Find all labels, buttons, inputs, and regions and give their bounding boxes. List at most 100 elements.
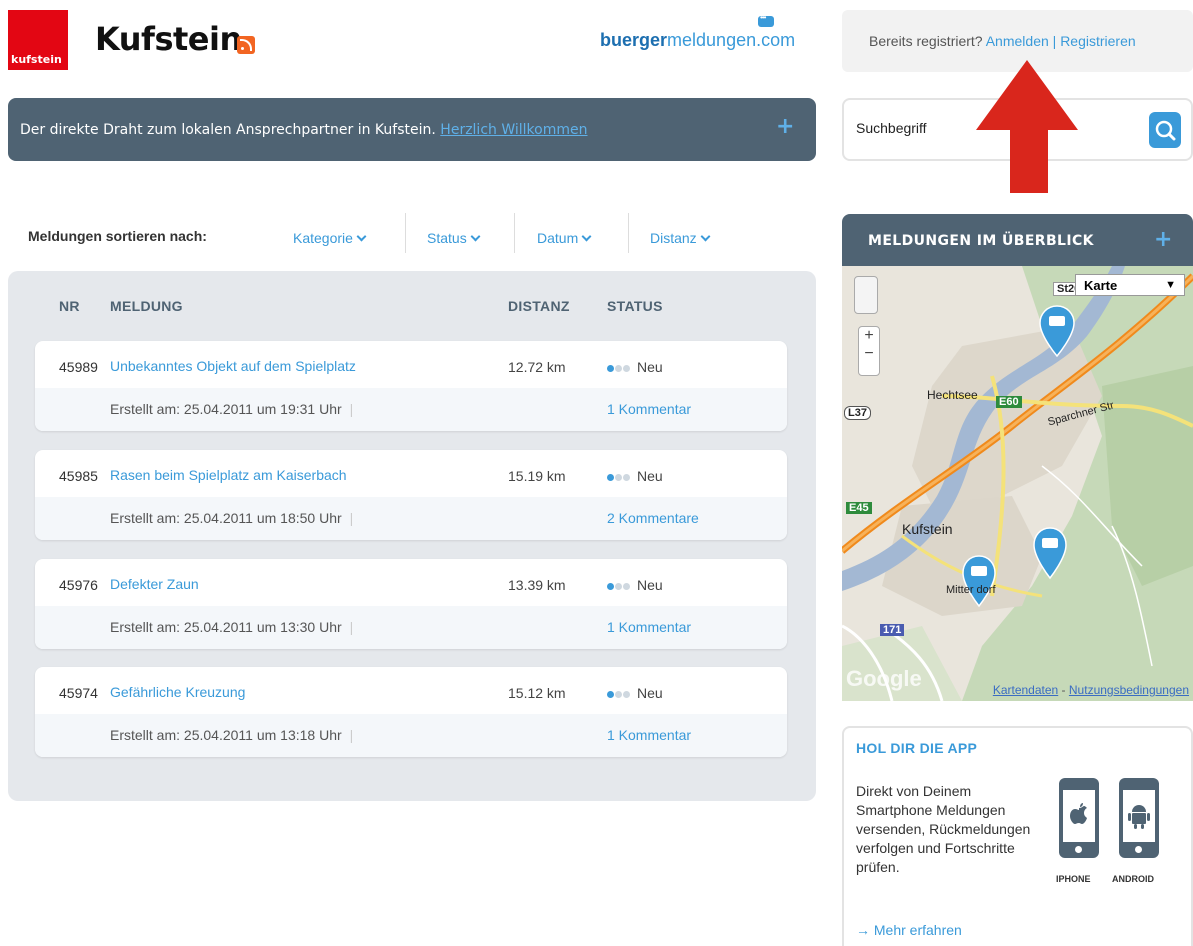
rss-icon[interactable] [237,36,255,54]
comments-link[interactable]: 1 Kommentar [607,727,691,743]
sort-distanz-label: Distanz [650,230,697,246]
banner-expand-icon[interactable]: + [776,114,794,139]
app-promo-box: HOL DIR DIE APP Direkt von Deinem Smartp… [842,726,1193,946]
report-title-link[interactable]: Unbekanntes Objekt auf dem Spielplatz [110,358,356,374]
column-header-distanz: DISTANZ [508,298,570,314]
meta-separator: | [349,727,354,743]
created-date-text: Erstellt am: 25.04.2011 um 18:50 Uhr [110,510,342,526]
report-distance: 12.72 km [508,359,566,375]
map-terms-link[interactable]: Nutzungsbedingungen [1069,683,1189,697]
report-row[interactable]: 45985 Rasen beim Spielplatz am Kaiserbac… [35,450,787,540]
comments-link[interactable]: 2 Kommentare [607,510,699,526]
report-meta-row: Erstellt am: 25.04.2011 um 19:31 Uhr | 1 … [35,388,787,431]
sort-datum-label: Datum [537,230,579,246]
report-created: Erstellt am: 25.04.2011 um 18:50 Uhr | [110,510,353,526]
report-distance: 15.12 km [508,685,566,701]
search-button[interactable] [1149,112,1181,148]
login-link[interactable]: Anmelden [986,33,1049,49]
sort-status[interactable]: Status [427,230,481,246]
status-text: Neu [637,577,663,593]
sort-label: Meldungen sortieren nach: [28,228,207,244]
brand-rest: meldungen.com [667,30,796,50]
road-badge-e60: E60 [996,396,1022,408]
page-title: Kufstein [95,20,242,58]
brand-link[interactable]: buergermeldungen.com [600,30,795,51]
comments-link[interactable]: 1 Kommentar [607,401,691,417]
sort-status-label: Status [427,230,467,246]
meta-separator: | [349,510,354,526]
report-meta-row: Erstellt am: 25.04.2011 um 18:50 Uhr | 2 … [35,497,787,540]
banner-text: Der direkte Draht zum lokalen Ansprechpa… [20,122,436,138]
sort-datum[interactable]: Datum [537,230,592,246]
apple-icon [1070,803,1087,824]
learn-more-link[interactable]: → Mehr erfahren [856,922,962,938]
report-title-link[interactable]: Rasen beim Spielplatz am Kaiserbach [110,467,347,483]
map-data-link[interactable]: Kartendaten [993,683,1058,697]
status-dots-icon [607,359,631,375]
register-link[interactable]: Registrieren [1060,33,1135,49]
overview-map[interactable]: + − Hechtsee Kufstein Mitter dorf Sparch… [842,266,1193,701]
iphone-label[interactable]: IPHONE [1056,874,1091,884]
road-badge-e45: E45 [846,502,872,514]
report-status: Neu [607,685,663,701]
report-row[interactable]: 45976 Defekter Zaun 13.39 km Neu Erstell… [35,559,787,649]
sort-kategorie[interactable]: Kategorie [293,230,367,246]
kufstein-logo[interactable]: kufstein [8,10,68,70]
status-dots-icon [607,577,631,593]
chevron-down-icon [700,231,711,242]
android-label[interactable]: ANDROID [1112,874,1154,884]
road-badge-171: 171 [880,624,905,636]
brand-bold: buerger [600,30,668,50]
status-dots-icon [607,468,631,484]
divider [405,213,406,253]
map-panel-title: MELDUNGEN IM ÜBERBLICK [868,233,1094,249]
zoom-out-icon[interactable]: − [859,345,879,363]
created-date-text: Erstellt am: 25.04.2011 um 13:18 Uhr [110,727,342,743]
app-promo-text: Direkt von Deinem Smartphone Meldungen v… [856,783,1031,875]
column-header-nr: NR [59,298,80,314]
android-phone-icon[interactable] [1119,778,1159,858]
report-title-link[interactable]: Gefährliche Kreuzung [110,684,245,700]
login-separator: | [1052,33,1057,49]
comments-link[interactable]: 1 Kommentar [607,619,691,635]
sort-distanz[interactable]: Distanz [650,230,711,246]
zoom-in-icon[interactable]: + [859,327,879,345]
report-number: 45989 [59,359,98,375]
arrow-right-icon: → [856,922,874,938]
report-row[interactable]: 45974 Gefährliche Kreuzung 15.12 km Neu … [35,667,787,757]
report-status: Neu [607,577,663,593]
report-distance: 13.39 km [508,577,566,593]
logo-text: kufstein [11,53,62,66]
sort-kategorie-label: Kategorie [293,230,353,246]
app-promo-title: HOL DIR DIE APP [856,740,978,756]
android-icon [1128,805,1150,829]
created-date-text: Erstellt am: 25.04.2011 um 13:30 Uhr [110,619,342,635]
map-type-select[interactable]: Karte ▼ [1075,274,1185,296]
report-row[interactable]: 45989 Unbekanntes Objekt auf dem Spielpl… [35,341,787,431]
status-text: Neu [637,359,663,375]
created-date-text: Erstellt am: 25.04.2011 um 19:31 Uhr [110,401,342,417]
report-title-link[interactable]: Defekter Zaun [110,576,199,592]
report-created: Erstellt am: 25.04.2011 um 13:30 Uhr | [110,619,353,635]
iphone-icon[interactable] [1059,778,1099,858]
phone-home-button [1075,846,1082,853]
map-zoom-control[interactable]: + − [858,326,880,376]
welcome-link[interactable]: Herzlich Willkommen [440,122,587,138]
street-view-pegman-icon[interactable] [854,276,878,314]
status-dots-icon [607,685,631,701]
map-expand-icon[interactable]: + [1154,227,1173,252]
divider [514,213,515,253]
report-status: Neu [607,468,663,484]
status-text: Neu [637,468,663,484]
red-arrow-annotation [976,60,1078,193]
google-logo: Google [846,666,922,691]
meta-separator: | [349,619,354,635]
chevron-down-icon [581,231,592,242]
map-label-hechtsee: Hechtsee [927,388,978,402]
phone-screen [1123,790,1155,842]
report-number: 45976 [59,577,98,593]
speech-bubble-icon [758,13,774,27]
report-status: Neu [607,359,663,375]
divider [628,213,629,253]
report-created: Erstellt am: 25.04.2011 um 13:18 Uhr | [110,727,353,743]
